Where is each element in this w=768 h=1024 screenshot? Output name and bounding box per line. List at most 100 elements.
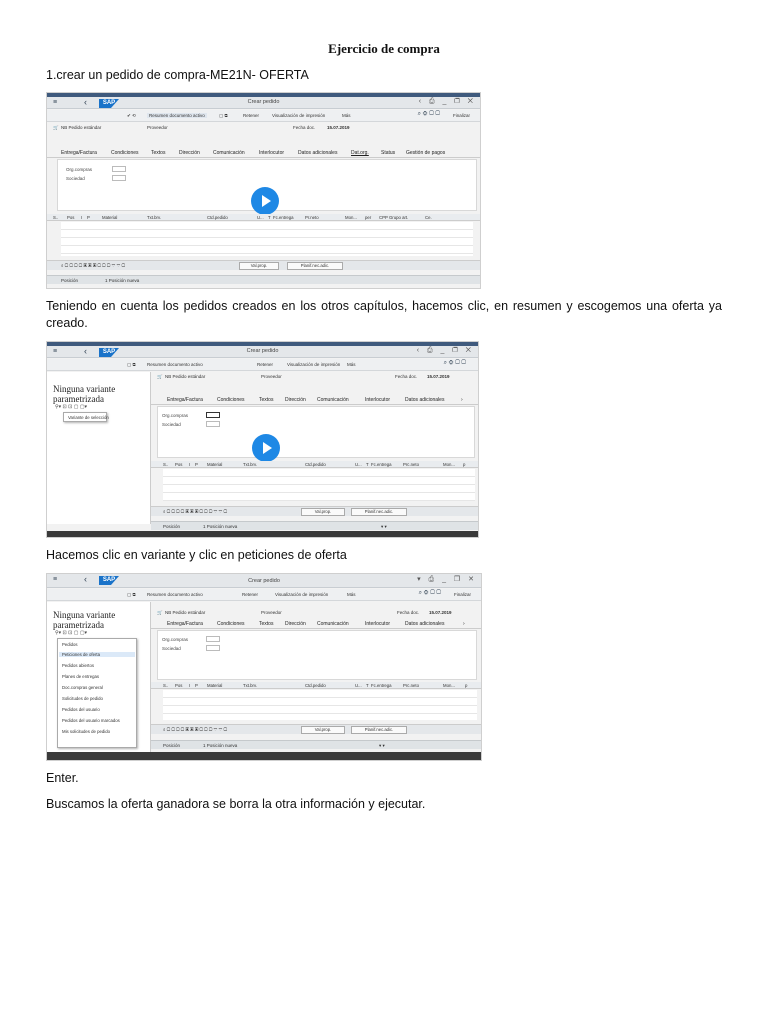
menu-item-mis-solicitudes[interactable]: Mis solicitudes de pedido xyxy=(62,729,110,734)
mas-button[interactable]: Más xyxy=(347,592,356,597)
retener-button[interactable]: Retener xyxy=(242,592,258,597)
check-icon[interactable]: ✔ ⟲ xyxy=(127,113,136,119)
sociedad-label: Sociedad xyxy=(162,646,181,651)
variant-tooltip: Variante de selección xyxy=(63,412,109,422)
tab-entrega[interactable]: Entrega/Factura xyxy=(61,150,97,156)
nav-arrows-icon[interactable]: ▾ ▾ xyxy=(381,524,387,530)
tab-entrega[interactable]: Entrega/Factura xyxy=(167,397,203,403)
tabs-more-icon[interactable]: › xyxy=(463,621,465,627)
tab-textos[interactable]: Textos xyxy=(259,397,273,403)
window-controls-icon[interactable]: ‹ ⎙ _ ❐ ✕ xyxy=(419,98,476,106)
sociedad-input[interactable] xyxy=(112,175,126,181)
val-prop-button[interactable]: Val.prop. xyxy=(239,262,279,270)
menu-item-pedidos-abiertos[interactable]: Pedidos abiertos xyxy=(62,663,94,668)
tab-dat-org[interactable]: Dat.org. xyxy=(351,150,369,156)
grid-tools-icon[interactable]: ⌕ ▢ ▢ ▢ ▢ ▣ ▣ ▣ ▢ ▢ ▢ ▽ ▽ ▢ xyxy=(163,727,227,732)
planif-button[interactable]: Planif.nec.adic. xyxy=(351,508,407,516)
doc-icon[interactable]: ▢ ⧉ xyxy=(219,113,228,119)
org-compras-input[interactable] xyxy=(206,412,220,418)
menu-item-pedidos-usuario[interactable]: Pedidos del usuario xyxy=(62,707,100,712)
tab-textos[interactable]: Textos xyxy=(151,150,165,156)
window-controls-icon[interactable]: ▾ ⎙ _ ❐ ✕ xyxy=(417,575,477,584)
tab-comunicacion[interactable]: Comunicación xyxy=(317,397,349,403)
items-grid-rows[interactable] xyxy=(61,222,473,256)
finalizar-button[interactable]: Finalizar xyxy=(453,113,470,118)
col-s: S.. xyxy=(163,683,169,688)
tab-direccion[interactable]: Dirección xyxy=(179,150,200,156)
menu-item-planes-entregas[interactable]: Planes de entregas xyxy=(62,674,99,679)
tab-condiciones[interactable]: Condiciones xyxy=(217,397,245,403)
nav-arrows-icon[interactable]: ▾ ▾ xyxy=(379,743,385,749)
val-prop-button[interactable]: Val.prop. xyxy=(301,726,345,734)
retener-button[interactable]: Retener xyxy=(257,362,273,367)
visualizacion-button[interactable]: Visualización de impresión xyxy=(272,113,325,118)
tab-entrega[interactable]: Entrega/Factura xyxy=(167,621,203,627)
doc-type-select[interactable]: NB Pedido estándar xyxy=(165,374,205,379)
items-grid-header: S.. Pos I P Material Txt.brv. Ctd.pedido… xyxy=(151,461,478,468)
video-play-icon[interactable] xyxy=(251,187,279,215)
variant-toolbar-icon[interactable]: ⚲▾ ⊡ ⊡ ▢ ▢▾ xyxy=(55,404,87,410)
col-u: U... xyxy=(355,683,362,688)
mas-button[interactable]: Más xyxy=(342,113,351,118)
org-compras-input[interactable] xyxy=(206,636,220,642)
posicion-select[interactable]: 1 Posición nueva xyxy=(105,278,139,283)
tab-interlocutor[interactable]: Interlocutor xyxy=(259,150,284,156)
items-grid-rows[interactable] xyxy=(163,690,477,720)
doc-type-select[interactable]: NB Pedido estándar xyxy=(165,610,205,615)
tab-direccion[interactable]: Dirección xyxy=(285,397,306,403)
paragraph-4: Enter. xyxy=(46,771,79,785)
tab-condiciones[interactable]: Condiciones xyxy=(111,150,139,156)
search-icon[interactable]: ⌕ ⚙ ▢ ▢ xyxy=(419,590,441,597)
tab-interlocutor[interactable]: Interlocutor xyxy=(365,397,390,403)
tab-datos-adicionales[interactable]: Datos adicionales xyxy=(405,397,444,403)
menu-item-pedidos[interactable]: Pedidos xyxy=(62,642,78,647)
menu-item-doc-compras[interactable]: Doc.compras general xyxy=(62,685,103,690)
items-grid-header: S.. Pos I P Material Txt.brv. Ctd.pedido… xyxy=(151,682,481,689)
mas-button[interactable]: Más xyxy=(347,362,356,367)
menu-item-peticiones-oferta[interactable]: Peticiones de oferta xyxy=(59,652,135,657)
tab-condiciones[interactable]: Condiciones xyxy=(217,621,245,627)
tab-status[interactable]: Status xyxy=(381,150,395,156)
visualizacion-button[interactable]: Visualización de impresión xyxy=(287,362,340,367)
col-s: S.. xyxy=(53,215,59,220)
doc-type-select[interactable]: NB Pedido estándar xyxy=(61,125,101,130)
items-grid-rows[interactable] xyxy=(163,469,475,501)
variant-toolbar-icon[interactable]: ⚲▾ ⊡ ⊡ ▢ ▢▾ xyxy=(55,630,87,636)
sociedad-input[interactable] xyxy=(206,645,220,651)
planif-button[interactable]: Planif.nec.adic. xyxy=(351,726,407,734)
menu-item-pedidos-marcados[interactable]: Pedidos del usuario marcados xyxy=(62,718,120,723)
grid-tools-icon[interactable]: ⌕ ▢ ▢ ▢ ▢ ▣ ▣ ▣ ▢ ▢ ▢ ▽ ▽ ▢ xyxy=(61,263,125,268)
tab-textos[interactable]: Textos xyxy=(259,621,273,627)
tab-direccion[interactable]: Dirección xyxy=(285,621,306,627)
visualizacion-button[interactable]: Visualización de impresión xyxy=(275,592,328,597)
window-controls-icon[interactable]: ‹ ⎙ _ ❐ ✕ xyxy=(417,347,474,355)
check-icon[interactable]: ▢ ⧉ xyxy=(127,362,136,368)
resumen-button[interactable]: Resumen documento activo xyxy=(147,362,203,367)
resumen-button[interactable]: Resumen documento activo xyxy=(147,592,203,597)
retener-button[interactable]: Retener xyxy=(243,113,259,118)
col-mon: Mon... xyxy=(443,462,455,467)
video-play-icon[interactable] xyxy=(252,434,280,462)
fecha-value: 15.07.2019 xyxy=(327,125,350,130)
org-compras-input[interactable] xyxy=(112,166,126,172)
tab-interlocutor[interactable]: Interlocutor xyxy=(365,621,390,627)
posicion-select[interactable]: 1 Posición nueva xyxy=(203,743,237,748)
resumen-button[interactable]: Resumen documento activo xyxy=(147,113,207,118)
tab-comunicacion[interactable]: Comunicación xyxy=(213,150,245,156)
tabs-more-icon[interactable]: › xyxy=(461,397,463,403)
tab-datos-adicionales[interactable]: Datos adicionales xyxy=(298,150,337,156)
menu-item-solicitudes[interactable]: Solicitudes de pedido xyxy=(62,696,103,701)
col-mon: Mon... xyxy=(345,215,357,220)
sociedad-input[interactable] xyxy=(206,421,220,427)
finalizar-button[interactable]: Finalizar xyxy=(454,592,471,597)
search-icon[interactable]: ⌕ ⚙ ▢ ▢ xyxy=(418,111,440,118)
posicion-select[interactable]: 1 Posición nueva xyxy=(203,524,237,529)
grid-tools-icon[interactable]: ⌕ ▢ ▢ ▢ ▢ ▣ ▣ ▣ ▢ ▢ ▢ ▽ ▽ ▢ xyxy=(163,509,227,514)
planif-button[interactable]: Planif.nec.adic. xyxy=(287,262,343,270)
search-icon[interactable]: ⌕ ⚙ ▢ ▢ xyxy=(444,360,466,367)
val-prop-button[interactable]: Val.prop. xyxy=(301,508,345,516)
tab-gestion-pagos[interactable]: Gestión de pagos xyxy=(406,150,445,156)
tab-datos-adicionales[interactable]: Datos adicionales xyxy=(405,621,444,627)
tab-comunicacion[interactable]: Comunicación xyxy=(317,621,349,627)
check-icon[interactable]: ▢ ⧉ xyxy=(127,592,136,598)
